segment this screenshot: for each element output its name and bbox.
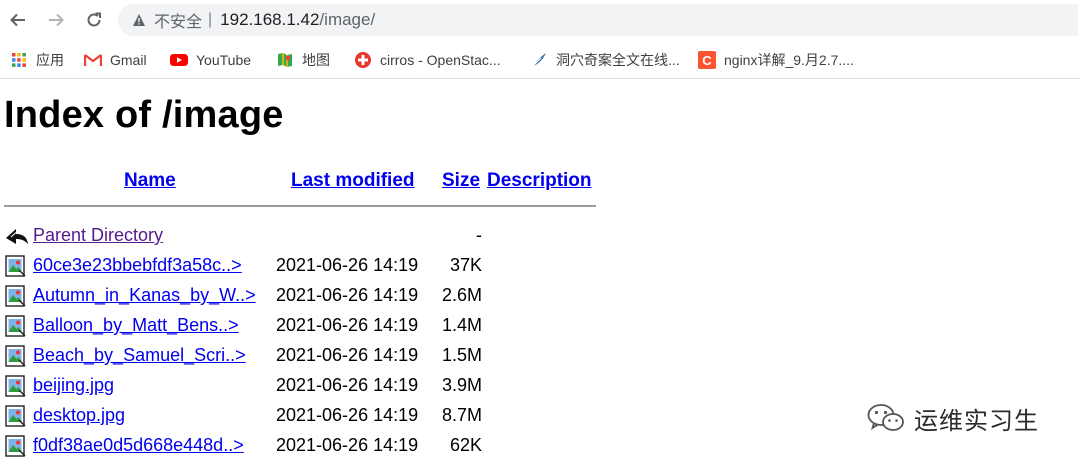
url-path: /image/: [319, 10, 376, 29]
file-modified: 2021-06-26 14:19: [276, 255, 419, 275]
watermark: 运维实习生: [866, 400, 1039, 436]
file-link[interactable]: Balloon_by_Matt_Bens..>: [33, 315, 239, 336]
column-header-description[interactable]: Description: [487, 170, 592, 192]
image-file-icon: [5, 285, 27, 307]
openstack-icon: [354, 51, 372, 69]
table-row: f0df38ae0d5d668e448d..> 2021-06-26 14:19…: [0, 431, 600, 461]
table-row: Balloon_by_Matt_Bens..> 2021-06-26 14:19…: [0, 311, 600, 341]
wechat-icon: [867, 404, 904, 431]
header-divider: [4, 205, 596, 207]
file-size: 62K: [449, 435, 482, 455]
page-title: Index of /image: [4, 94, 284, 136]
file-size: -: [476, 225, 482, 245]
back-button[interactable]: [4, 6, 32, 34]
file-size: 1.4M: [441, 315, 482, 335]
bookmark-label: cirros - OpenStac...: [380, 52, 501, 68]
image-file-icon: [5, 315, 27, 337]
bookmark-youtube[interactable]: YouTube: [170, 49, 251, 71]
file-link[interactable]: beijing.jpg: [33, 375, 114, 396]
bookmark-apps[interactable]: 应用: [10, 49, 64, 71]
svg-text:C: C: [702, 53, 712, 68]
bookmark-cirros[interactable]: cirros - OpenStac...: [354, 49, 501, 71]
table-row: desktop.jpg 2021-06-26 14:19 8.7M: [0, 401, 600, 431]
bookmarks-bar: 应用 Gmail YouTube 地图 cirros - OpenStac...…: [0, 42, 1080, 79]
table-row: 60ce3e23bbebfdf3a58c..> 2021-06-26 14:19…: [0, 251, 600, 281]
bookmark-label: 洞穴奇案全文在线...: [556, 52, 680, 68]
file-size: 37K: [449, 255, 482, 275]
file-modified: 2021-06-26 14:19: [276, 375, 419, 395]
image-file-icon: [5, 255, 27, 277]
url-separator: |: [208, 11, 213, 28]
table-row: beijing.jpg 2021-06-26 14:19 3.9M: [0, 371, 600, 401]
watermark-text: 运维实习生: [914, 406, 1039, 435]
url-text[interactable]: 192.168.1.42/image/: [220, 10, 375, 30]
url-host: 192.168.1.42: [220, 10, 320, 29]
table-row-parent: Parent Directory -: [0, 221, 600, 251]
file-size: 3.9M: [441, 375, 482, 395]
column-header-size[interactable]: Size: [442, 170, 480, 192]
forward-button[interactable]: [42, 6, 70, 34]
file-modified: 2021-06-26 14:19: [276, 315, 419, 335]
maps-icon: [276, 51, 294, 69]
bookmark-cave-case[interactable]: 洞穴奇案全文在线...: [530, 49, 680, 71]
file-modified: 2021-06-26 14:19: [276, 285, 419, 305]
feather-icon: [530, 51, 548, 69]
file-modified: 2021-06-26 14:19: [276, 405, 419, 425]
table-row: Autumn_in_Kanas_by_W..> 2021-06-26 14:19…: [0, 281, 600, 311]
back-arrow-icon: [5, 225, 28, 247]
arrow-right-icon: [49, 13, 64, 27]
table-row: Beach_by_Samuel_Scri..> 2021-06-26 14:19…: [0, 341, 600, 371]
column-header-name[interactable]: Name: [124, 170, 176, 192]
arrow-left-icon: [10, 13, 25, 27]
file-link[interactable]: f0df38ae0d5d668e448d..>: [33, 435, 244, 456]
image-file-icon: [5, 345, 27, 367]
csdn-icon: C: [698, 51, 716, 69]
file-link[interactable]: desktop.jpg: [33, 405, 125, 426]
bookmark-label: 应用: [36, 52, 64, 68]
file-size: 2.6M: [441, 285, 482, 305]
browser-toolbar: 不安全 | 192.168.1.42/image/: [0, 0, 1080, 42]
bookmark-nginx[interactable]: C nginx详解_9.月2.7....: [698, 49, 854, 71]
warning-icon[interactable]: [132, 12, 148, 28]
image-file-icon: [5, 375, 27, 397]
file-modified: 2021-06-26 14:19: [276, 435, 419, 455]
gmail-icon: [84, 51, 102, 69]
reload-icon: [87, 12, 101, 27]
parent-directory-link[interactable]: Parent Directory: [33, 225, 163, 246]
bookmark-label: nginx详解_9.月2.7....: [724, 52, 854, 68]
image-file-icon: [5, 435, 27, 457]
file-link[interactable]: Beach_by_Samuel_Scri..>: [33, 345, 246, 366]
bookmark-maps[interactable]: 地图: [276, 49, 330, 71]
bookmark-label: Gmail: [110, 52, 147, 68]
address-bar[interactable]: 不安全 | 192.168.1.42/image/: [118, 4, 1078, 36]
bookmark-label: YouTube: [196, 52, 252, 68]
column-header-last-modified[interactable]: Last modified: [291, 170, 415, 192]
image-file-icon: [5, 405, 27, 427]
bookmark-gmail[interactable]: Gmail: [84, 49, 147, 71]
file-link[interactable]: 60ce3e23bbebfdf3a58c..>: [33, 255, 242, 276]
file-size: 8.7M: [441, 405, 482, 425]
youtube-icon: [170, 51, 188, 69]
file-link[interactable]: Autumn_in_Kanas_by_W..>: [33, 285, 256, 306]
apps-grid-icon: [10, 51, 28, 69]
file-size: 1.5M: [441, 345, 482, 365]
insecure-label[interactable]: 不安全: [154, 8, 202, 32]
file-modified: 2021-06-26 14:19: [276, 345, 419, 365]
reload-button[interactable]: [80, 6, 108, 34]
bookmark-label: 地图: [302, 52, 330, 68]
